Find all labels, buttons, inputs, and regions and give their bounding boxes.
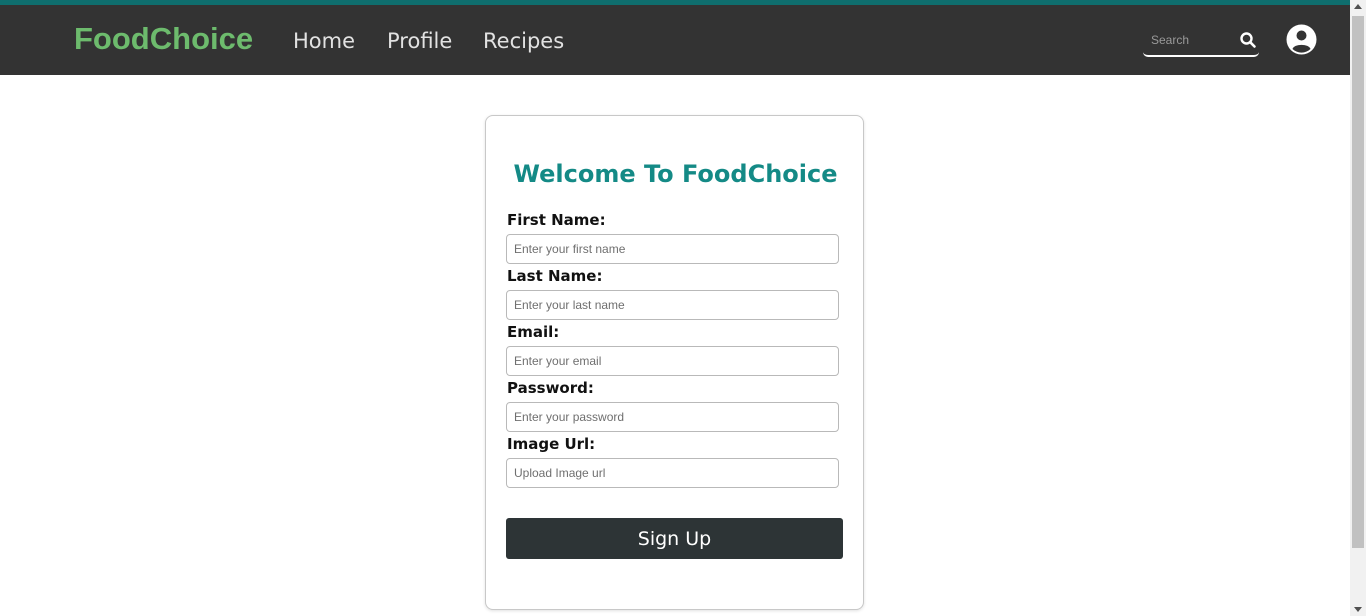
vertical-scrollbar[interactable]	[1350, 0, 1366, 616]
signup-title: Welcome To FoodChoice	[513, 160, 838, 188]
signup-card: Welcome To FoodChoice First Name: Last N…	[485, 115, 864, 610]
email-label: Email:	[507, 323, 560, 341]
page: FoodChoice Home Profile Recipes Welcome …	[0, 0, 1366, 616]
nav-link-profile[interactable]: Profile	[387, 29, 452, 53]
image-url-field[interactable]	[506, 458, 839, 488]
first-name-field[interactable]	[506, 234, 839, 264]
scrollbar-thumb[interactable]	[1352, 16, 1364, 548]
user-circle-icon[interactable]	[1286, 24, 1317, 55]
sign-up-button[interactable]: Sign Up	[506, 518, 843, 559]
brand-logo[interactable]: FoodChoice	[74, 21, 253, 57]
scroll-down-arrow-icon[interactable]	[1354, 607, 1362, 612]
image-url-label: Image Url:	[507, 435, 596, 453]
last-name-label: Last Name:	[507, 267, 603, 285]
password-field[interactable]	[506, 402, 839, 432]
nav-link-home[interactable]: Home	[293, 29, 355, 53]
navbar: FoodChoice Home Profile Recipes	[0, 5, 1350, 75]
nav-link-recipes[interactable]: Recipes	[483, 29, 564, 53]
search-icon[interactable]	[1239, 31, 1257, 49]
search-input[interactable]	[1143, 28, 1229, 52]
search-box	[1143, 26, 1259, 57]
email-field[interactable]	[506, 346, 839, 376]
password-label: Password:	[507, 379, 594, 397]
last-name-field[interactable]	[506, 290, 839, 320]
scroll-up-arrow-icon[interactable]	[1354, 4, 1362, 9]
first-name-label: First Name:	[507, 211, 606, 229]
